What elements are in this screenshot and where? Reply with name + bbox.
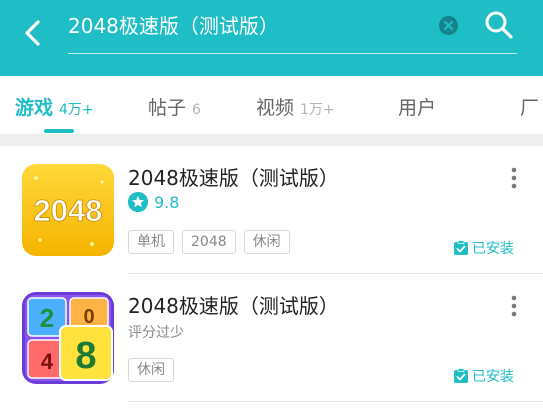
icon-digit: 2	[40, 303, 54, 333]
section-gap	[0, 134, 543, 146]
star-icon	[128, 192, 148, 212]
result-tabs: 游戏 4万+ 帖子 6 视频 1万+ 用户 厂	[0, 76, 543, 134]
installed-status[interactable]: 已安装	[453, 238, 514, 258]
tag[interactable]: 2048	[182, 230, 236, 254]
clear-search-icon[interactable]	[439, 16, 458, 35]
number-blocks-icon: 2 0 4 8	[22, 292, 114, 384]
tag[interactable]: 单机	[128, 230, 174, 254]
search-underline	[68, 53, 517, 54]
tab-posts[interactable]: 帖子 6	[148, 93, 201, 120]
tab-games[interactable]: 游戏 4万+	[15, 93, 94, 120]
back-arrow-icon[interactable]	[20, 18, 46, 48]
search-icon[interactable]	[484, 10, 514, 40]
tab-count: 6	[192, 102, 201, 118]
rating-note: 评分过少	[128, 325, 184, 341]
icon-text: 2048	[34, 193, 103, 228]
tag-list: 休闲	[128, 358, 182, 382]
installed-label: 已安装	[472, 241, 514, 257]
installed-check-icon	[454, 240, 468, 255]
icon-digit: 4	[41, 349, 54, 374]
item-divider	[128, 401, 543, 402]
installed-status[interactable]: 已安装	[453, 366, 514, 386]
icon-digit: 8	[75, 335, 96, 377]
more-options-icon[interactable]	[504, 166, 524, 190]
game-title: 2048极速版（测试版）	[128, 166, 339, 190]
tag-list: 单机 2048 休闲	[128, 230, 298, 254]
installed-check-icon	[454, 368, 468, 383]
tab-vendors[interactable]: 厂	[520, 93, 539, 120]
search-header: 2048极速版（测试版）	[0, 0, 543, 76]
tab-users[interactable]: 用户	[398, 93, 436, 120]
more-options-icon[interactable]	[504, 294, 524, 318]
game-list-item[interactable]: 2 0 4 8 2048极速版（测试版） 评分过少 休闲 已安装	[0, 274, 543, 402]
2048-yellow-icon: 2048	[22, 164, 114, 256]
search-input[interactable]: 2048极速版（测试版）	[68, 10, 279, 39]
game-list-item[interactable]: 2048 2048极速版（测试版） 9.8 单机 2048 休闲 已安装	[0, 146, 543, 274]
tab-count: 1万+	[300, 102, 335, 118]
tab-label: 厂	[520, 97, 540, 119]
tab-count: 4万+	[59, 102, 94, 118]
tag[interactable]: 休闲	[128, 358, 174, 382]
rating-value: 9.8	[154, 192, 180, 212]
installed-label: 已安装	[472, 369, 514, 385]
tab-label: 用户	[398, 97, 437, 119]
tag[interactable]: 休闲	[243, 230, 290, 254]
tab-label: 帖子	[148, 97, 187, 119]
game-title: 2048极速版（测试版）	[128, 294, 339, 318]
active-tab-indicator	[44, 129, 74, 133]
icon-digit: 0	[83, 306, 94, 328]
tab-label: 游戏	[15, 97, 54, 119]
tab-label: 视频	[256, 97, 295, 119]
game-rating: 9.8	[128, 192, 179, 212]
tab-videos[interactable]: 视频 1万+	[256, 93, 335, 120]
